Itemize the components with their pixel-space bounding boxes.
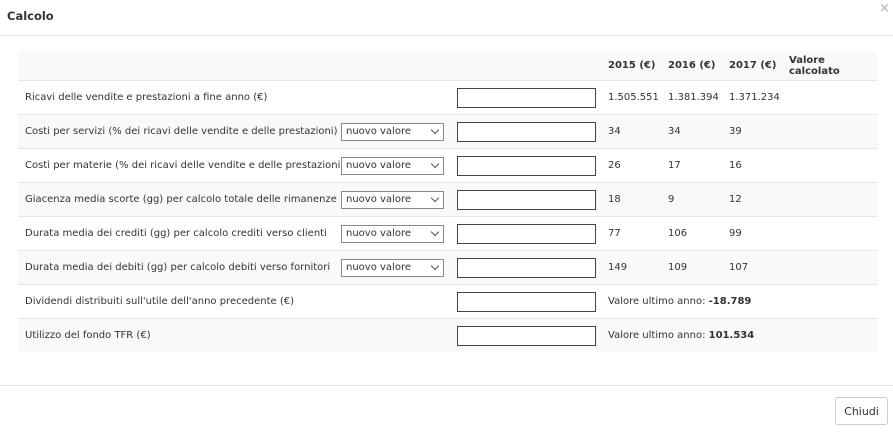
table-row: Ricavi delle vendite e prestazioni a fin… — [18, 80, 877, 115]
value-2016: 1.381.394 — [668, 80, 729, 115]
calculated-value — [789, 182, 877, 217]
row-label: Durata media dei crediti (gg) per calcol… — [18, 216, 341, 251]
row-label: Utilizzo del fondo TFR (€) — [18, 318, 341, 352]
row-label: Ricavi delle vendite e prestazioni a fin… — [18, 80, 341, 115]
value-input[interactable] — [457, 87, 596, 108]
last-year-value: Valore ultimo anno: 101.534 — [608, 318, 877, 352]
value-select[interactable]: nuovo valore — [341, 156, 444, 175]
table-row: Costi per materie (% dei ricavi delle ve… — [18, 148, 877, 183]
value-2016: 17 — [668, 148, 729, 183]
value-2017: 107 — [729, 250, 789, 285]
calculated-value — [789, 250, 877, 285]
calculated-value — [789, 114, 877, 149]
row-label: Giacenza media scorte (gg) per calcolo t… — [18, 182, 341, 217]
table-row: Durata media dei debiti (gg) per calcolo… — [18, 250, 877, 285]
row-label: Costi per servizi (% dei ricavi delle ve… — [18, 114, 341, 149]
select-value: nuovo valore — [346, 227, 411, 239]
value-2015: 34 — [608, 114, 668, 149]
value-2016: 106 — [668, 216, 729, 251]
table-row: Giacenza media scorte (gg) per calcolo t… — [18, 182, 877, 217]
select-value: nuovo valore — [346, 125, 411, 137]
select-value: nuovo valore — [346, 261, 411, 273]
value-2015: 77 — [608, 216, 668, 251]
value-2016: 34 — [668, 114, 729, 149]
value-input[interactable] — [457, 189, 596, 210]
select-value: nuovo valore — [346, 193, 411, 205]
value-input[interactable] — [457, 155, 596, 176]
table-header-row: 2015 (€) 2016 (€) 2017 (€) Valore calcol… — [18, 51, 877, 81]
table-row: Durata media dei crediti (gg) per calcol… — [18, 216, 877, 251]
value-select[interactable]: nuovo valore — [341, 224, 444, 243]
row-label: Costi per materie (% dei ricavi delle ve… — [18, 148, 341, 183]
value-input[interactable] — [457, 291, 596, 312]
value-2015: 1.505.551 — [608, 80, 668, 115]
value-select[interactable]: nuovo valore — [341, 190, 444, 209]
value-input[interactable] — [457, 325, 596, 346]
header-2015: 2015 (€) — [608, 51, 668, 81]
value-2016: 9 — [668, 182, 729, 217]
modal-title: Calcolo — [7, 9, 54, 23]
header-2016: 2016 (€) — [668, 51, 729, 81]
last-year-amount: -18.789 — [708, 296, 752, 307]
value-2017: 39 — [729, 114, 789, 149]
calculated-value — [789, 80, 877, 115]
value-2017: 12 — [729, 182, 789, 217]
last-year-amount: 101.534 — [708, 330, 755, 341]
modal-footer-divider — [0, 385, 893, 386]
header-valore-calcolato: Valore calcolato — [789, 51, 877, 81]
modal-header: Calcolo × — [0, 0, 893, 36]
row-label: Durata media dei debiti (gg) per calcolo… — [18, 250, 341, 285]
value-select[interactable]: nuovo valore — [341, 122, 444, 141]
value-select[interactable]: nuovo valore — [341, 258, 444, 277]
value-2015: 26 — [608, 148, 668, 183]
calculated-value — [789, 148, 877, 183]
last-year-value: Valore ultimo anno: -18.789 — [608, 284, 877, 319]
select-value: nuovo valore — [346, 159, 411, 171]
value-2015: 18 — [608, 182, 668, 217]
header-2017: 2017 (€) — [729, 51, 789, 81]
value-2016: 109 — [668, 250, 729, 285]
calculated-value — [789, 216, 877, 251]
table-row: Costi per servizi (% dei ricavi delle ve… — [18, 114, 877, 149]
chevron-down-icon — [430, 125, 440, 134]
table-row: Dividendi distribuiti sull'utile dell'an… — [18, 284, 877, 319]
table-row: Utilizzo del fondo TFR (€) Valore ultimo … — [18, 318, 877, 352]
chevron-down-icon — [430, 261, 440, 270]
value-input[interactable] — [457, 121, 596, 142]
value-input[interactable] — [457, 257, 596, 278]
value-2017: 1.371.234 — [729, 80, 789, 115]
value-2017: 99 — [729, 216, 789, 251]
close-icon[interactable]: × — [879, 2, 890, 16]
chevron-down-icon — [430, 227, 440, 236]
chevron-down-icon — [430, 159, 440, 168]
close-button[interactable]: Chiudi — [835, 397, 888, 425]
last-year-prefix: Valore ultimo anno: — [608, 296, 709, 307]
last-year-prefix: Valore ultimo anno: — [608, 330, 709, 341]
row-label: Dividendi distribuiti sull'utile dell'an… — [18, 284, 341, 319]
chevron-down-icon — [430, 193, 440, 202]
calculation-table: 2015 (€) 2016 (€) 2017 (€) Valore calcol… — [18, 51, 877, 352]
value-2017: 16 — [729, 148, 789, 183]
value-2015: 149 — [608, 250, 668, 285]
value-input[interactable] — [457, 223, 596, 244]
